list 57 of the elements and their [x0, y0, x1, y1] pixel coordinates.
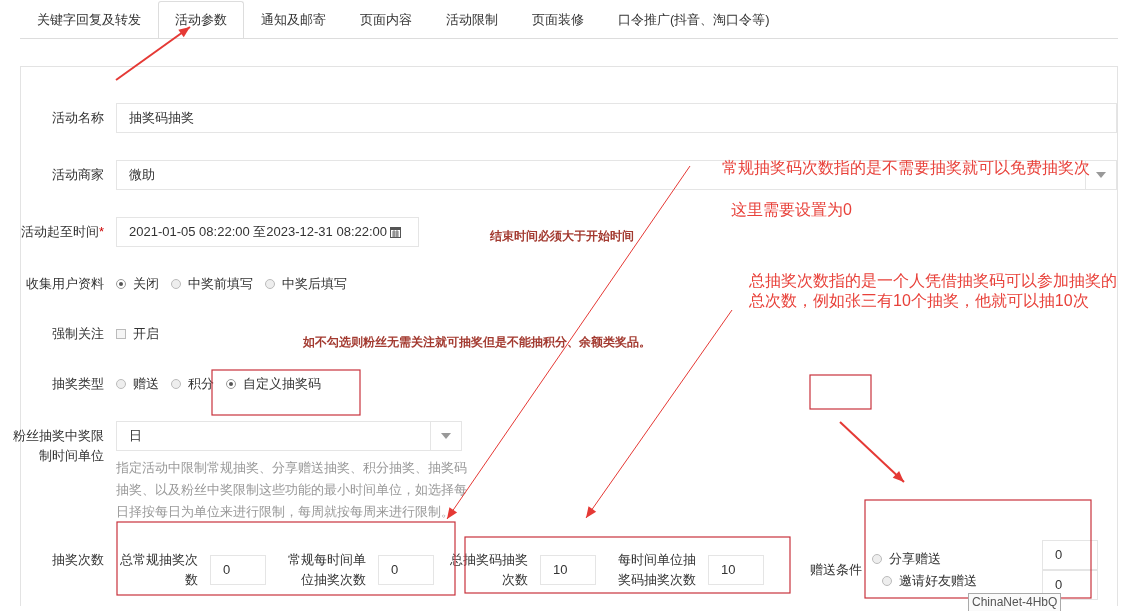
field-label: 每时间单位抽奖码抽奖次数 [618, 551, 696, 589]
radio-button[interactable] [116, 279, 126, 289]
tab[interactable]: 关键字回复及转发 [20, 1, 158, 37]
field-label: 赠送条件 [810, 561, 863, 579]
date-range-field[interactable]: 2021-01-05 08:22:00 至2023-12-31 08:22:00 [116, 217, 419, 247]
number-field[interactable]: 10 [540, 555, 596, 585]
number-field[interactable]: 0 [1042, 540, 1098, 570]
tab[interactable]: 活动参数 [158, 1, 244, 38]
checkbox[interactable] [116, 329, 126, 339]
annotation-text: 结束时间必须大于开始时间 [490, 228, 634, 245]
caret-icon [441, 433, 451, 439]
required-mark: * [98, 224, 104, 239]
tooltip: ChinaNet-4HbQ [968, 593, 1062, 611]
annotation-text: 常规抽奖码次数指的是不需要抽奖就可以免费抽奖次 [722, 158, 1090, 178]
tab[interactable]: 活动限制 [429, 1, 515, 37]
tab[interactable]: 页面内容 [343, 1, 429, 37]
radio-button[interactable] [171, 279, 181, 289]
field-label: 粉丝抽奖中奖限制时间单位 [12, 427, 104, 465]
caret-icon [1096, 172, 1106, 178]
field-label: 活动起至时间* [19, 223, 104, 241]
calendar-icon [390, 226, 402, 238]
radio-label: 中奖后填写 [282, 275, 347, 293]
radio-button[interactable] [882, 576, 892, 586]
number-field[interactable]: 0 [378, 555, 434, 585]
radio-button[interactable] [226, 379, 236, 389]
radio-button[interactable] [116, 379, 126, 389]
field-label: 总常规抽奖次数 [120, 551, 198, 589]
annotation-text: 如不勾选则粉丝无需关注就可抽奖但是不能抽积分、余额类奖品。 [303, 334, 651, 351]
radio-label: 赠送 [133, 375, 159, 393]
radio-button[interactable] [872, 554, 882, 564]
radio-label: 分享赠送 [889, 550, 941, 568]
annotation-text: 总抽奖次数指的是一个人凭借抽奖码可以参加抽奖的总次数，例如张三有10个抽奖，他就可以抽10次 [749, 271, 1118, 311]
radio-button[interactable] [265, 279, 275, 289]
field-label: 强制关注 [51, 325, 104, 343]
tab[interactable]: 口令推广(抖音、淘口令等) [601, 1, 787, 37]
radio-button[interactable] [171, 379, 181, 389]
field-label: 抽奖类型 [51, 375, 104, 393]
radio-label: 关闭 [133, 275, 159, 293]
field-label: 收集用户资料 [25, 275, 104, 293]
number-field[interactable]: 0 [210, 555, 266, 585]
highlight-box [809, 374, 872, 410]
tab[interactable]: 页面装修 [515, 1, 601, 37]
number-field[interactable]: 10 [708, 555, 764, 585]
annotation-text: 这里需要设置为0 [731, 200, 852, 220]
checkbox-label: 开启 [133, 325, 159, 343]
radio-label: 中奖前填写 [188, 275, 253, 293]
text-field[interactable]: 抽奖码抽奖 [116, 103, 1117, 133]
field-label: 常规每时间单位抽奖次数 [288, 551, 366, 589]
annotation-arrow [839, 421, 905, 483]
field-label: 活动商家 [51, 166, 104, 184]
dropdown[interactable]: 日 [116, 421, 462, 451]
field-label: 抽奖次数 [51, 551, 104, 569]
field-label: 活动名称 [51, 109, 104, 127]
radio-label: 自定义抽奖码 [243, 375, 321, 393]
help-text: 指定活动中限制常规抽奖、分享赠送抽奖、积分抽奖、抽奖码抽奖、以及粉丝中奖限制这些功能的最小时间单位，如选择每日择按每日为单位来进行限制，每周就按每周来进行限制。 [116, 459, 468, 521]
radio-label: 邀请好友赠送 [899, 572, 977, 590]
tab[interactable]: 通知及邮寄 [244, 1, 343, 37]
